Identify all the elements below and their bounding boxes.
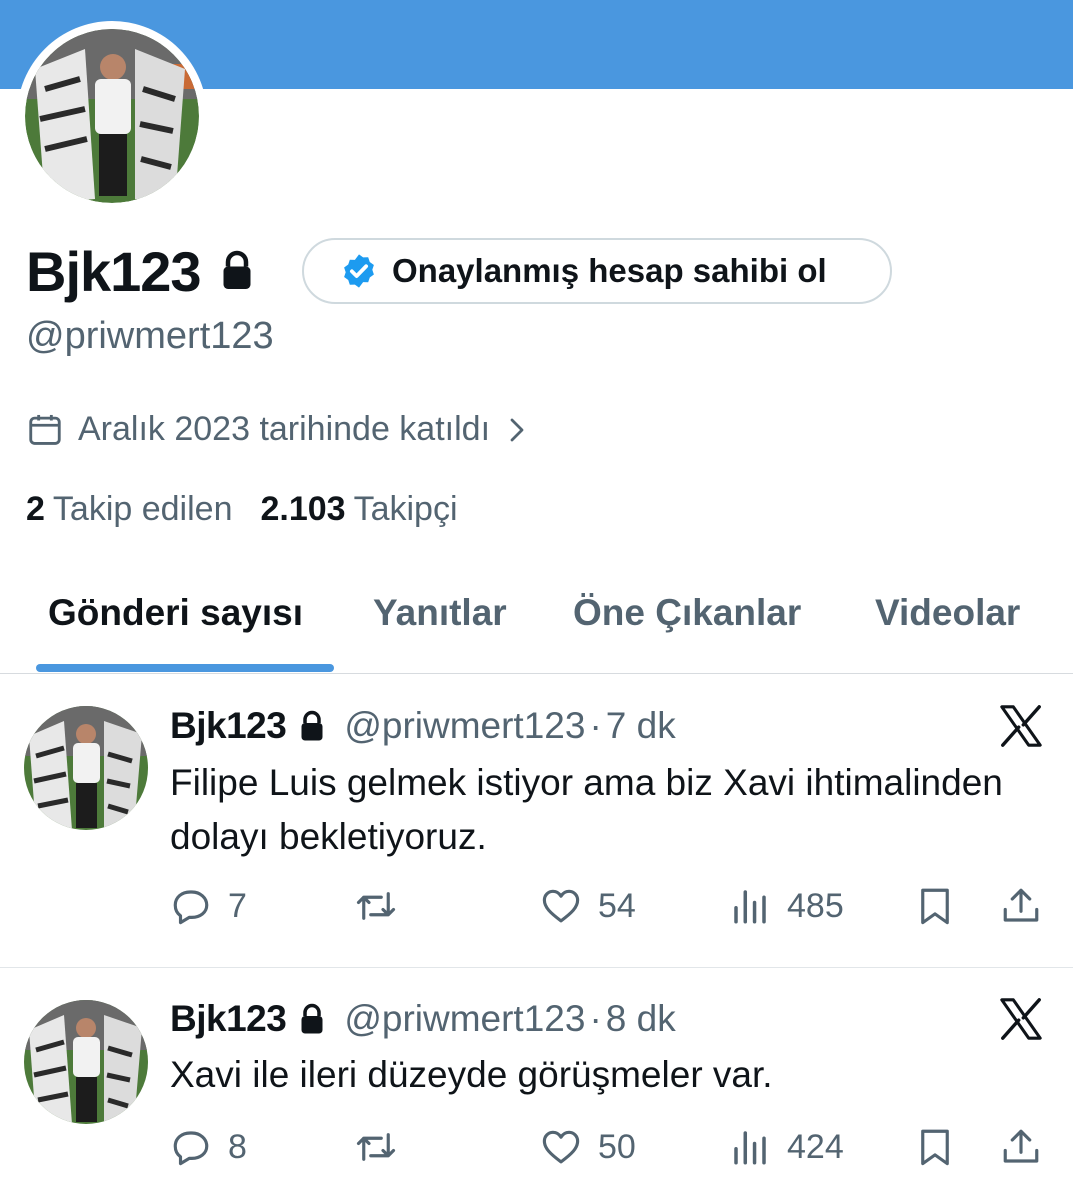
reply-icon [173,1131,209,1166]
retweet-icon [356,1133,396,1161]
profile-name-row: Bjk123 [26,238,259,304]
followers-link[interactable]: 2.103 Takipçi [260,490,457,529]
reply-button[interactable]: 7 [170,881,247,931]
views-button[interactable]: 485 [729,881,844,931]
avatar-photo [25,29,199,203]
tab-highlights[interactable]: Öne Çıkanlar [573,592,801,634]
tweet-avatar[interactable] [24,706,148,830]
following-link[interactable]: 2 Takip edilen [26,490,232,529]
display-name: Bjk123 [26,239,202,303]
lock-icon [298,1001,328,1037]
like-button[interactable]: 50 [540,1122,636,1172]
reply-button[interactable]: 8 [170,1122,247,1172]
heart-icon [542,889,580,923]
following-label: Takip edilen [52,490,233,528]
tweet-meta-separator: · [589,998,602,1039]
retweet-button[interactable] [355,1122,413,1172]
chevron-right-icon [510,418,524,441]
reply-count: 8 [228,1127,247,1166]
calendar-icon [29,414,61,445]
tweet-timestamp[interactable]: 7 dk [606,705,676,747]
tweet-author-handle[interactable]: @priwmert123 [344,998,585,1040]
tweet-header: Bjk123 @priwmert123 · 8 dk [170,997,676,1041]
followers-count: 2.103 [260,490,346,528]
reply-count: 7 [228,886,247,925]
views-icon [734,890,766,924]
tweet-item[interactable]: Bjk123 @priwmert123 · 7 dk Filipe Luis g… [0,675,1073,967]
tab-posts[interactable]: Gönderi sayısı [48,592,303,634]
tweet-author-name[interactable]: Bjk123 [170,705,287,747]
bookmark-icon [921,888,949,925]
views-count: 485 [787,886,844,925]
views-button[interactable]: 424 [729,1122,844,1172]
like-button[interactable]: 54 [540,881,636,931]
tab-replies[interactable]: Yanıtlar [373,592,507,634]
tweet-item[interactable]: Bjk123 @priwmert123 · 8 dk Xavi ile iler… [0,968,1073,1200]
tweet-author-handle[interactable]: @priwmert123 [344,705,585,747]
profile-handle: @priwmert123 [26,315,274,357]
like-count: 50 [598,1127,636,1166]
get-verified-button[interactable]: Onaylanmış hesap sahibi ol [302,238,892,304]
followers-label: Takipçi [353,490,458,528]
tweet-meta-separator: · [589,705,602,746]
verified-badge-icon [344,254,374,288]
profile-tabs: Gönderi sayısı Yanıtlar Öne Çıkanlar Vid… [0,566,1073,674]
bookmark-icon [921,1129,949,1166]
views-icon [734,1131,766,1165]
tab-videos[interactable]: Videolar [875,592,1020,634]
lock-icon [219,248,259,294]
x-logo-icon[interactable] [998,996,1044,1042]
tweet-author-name[interactable]: Bjk123 [170,998,287,1040]
tweet-timestamp[interactable]: 8 dk [606,998,676,1040]
profile-avatar[interactable] [17,21,207,211]
share-button[interactable] [1000,1122,1042,1172]
following-count: 2 [26,490,45,528]
like-count: 54 [598,886,636,925]
views-count: 424 [787,1127,844,1166]
x-logo-icon[interactable] [998,703,1044,749]
reply-icon [173,890,209,925]
tweet-actions: 7 54 485 [0,881,1073,931]
heart-icon [542,1130,580,1164]
joined-date-text: Aralık 2023 tarihinde katıldı [78,410,491,448]
active-tab-indicator [36,664,334,672]
lock-icon [298,708,328,744]
joined-date-link[interactable]: Aralık 2023 tarihinde katıldı [26,410,530,449]
share-icon [1003,1129,1039,1163]
follow-stats: 2 Takip edilen 2.103 Takipçi [26,490,486,529]
get-verified-label: Onaylanmış hesap sahibi ol [392,252,827,289]
tweet-text: Filipe Luis gelmek istiyor ama biz Xavi … [170,762,1003,857]
share-button[interactable] [1000,881,1042,931]
tweet-header: Bjk123 @priwmert123 · 7 dk [170,704,676,748]
share-icon [1003,888,1039,922]
tweet-actions: 8 50 424 [0,1122,1073,1172]
tweet-avatar[interactable] [24,1000,148,1124]
retweet-button[interactable] [355,881,413,931]
bookmark-button[interactable] [914,1122,956,1172]
bookmark-button[interactable] [914,881,956,931]
tweet-text: Xavi ile ileri düzeyde görüşmeler var. [170,1054,773,1095]
retweet-icon [356,892,396,920]
